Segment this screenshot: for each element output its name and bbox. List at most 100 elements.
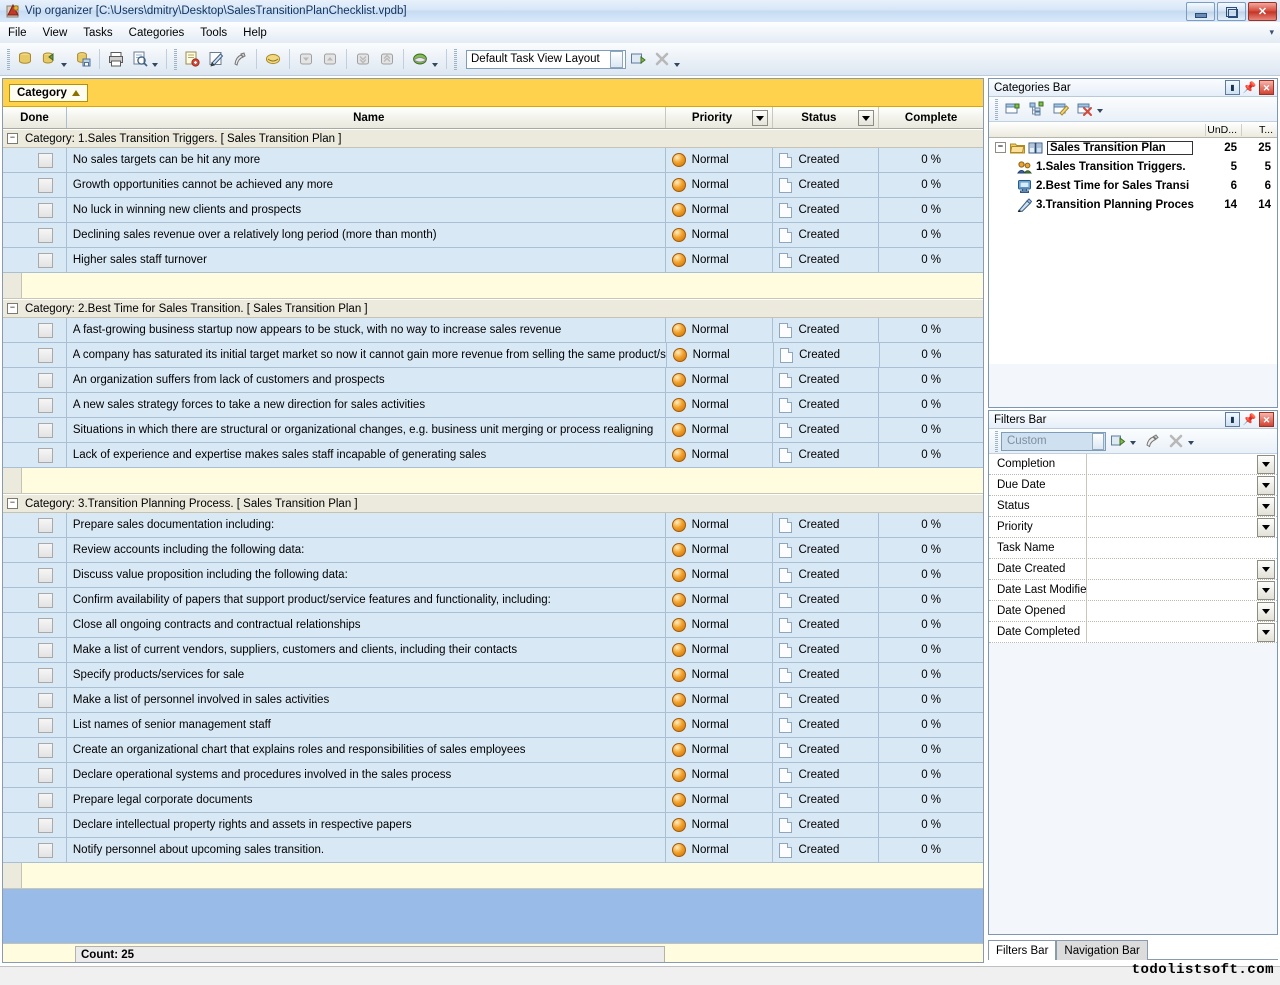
filters-toolbar-overflow-chevron-down-icon[interactable] (1188, 441, 1194, 445)
group-expander-icon[interactable]: − (7, 133, 18, 144)
print-preview-chevron-down-icon[interactable] (152, 63, 158, 67)
cell-status[interactable]: Created (773, 738, 879, 762)
new-row-area[interactable] (22, 468, 983, 493)
cell-name[interactable]: Close all ongoing contracts and contract… (67, 613, 666, 637)
cell-name[interactable]: A fast-growing business startup now appe… (67, 318, 666, 342)
group-header-row[interactable]: −Category: 2.Best Time for Sales Transit… (3, 299, 983, 318)
cell-priority[interactable]: Normal (666, 763, 774, 787)
filter-value-cell[interactable] (1087, 517, 1277, 537)
cell-done[interactable] (3, 368, 67, 392)
filter-row[interactable]: Task Name (989, 538, 1277, 559)
cell-name[interactable]: Declining sales revenue over a relativel… (67, 223, 666, 247)
cell-priority[interactable]: Normal (666, 173, 774, 197)
cell-name[interactable]: No sales targets can be hit any more (67, 148, 666, 172)
cell-complete[interactable]: 0 % (879, 738, 983, 762)
filter-dropdown-button[interactable] (1257, 581, 1275, 600)
cell-priority[interactable]: Normal (666, 148, 774, 172)
cell-name[interactable]: Specify products/services for sale (67, 663, 666, 687)
cell-done[interactable] (3, 688, 67, 712)
cell-complete[interactable]: 0 % (879, 223, 983, 247)
delete-filter-icon[interactable] (1164, 429, 1188, 453)
cell-priority[interactable]: Normal (666, 443, 774, 467)
cell-priority[interactable]: Normal (666, 538, 774, 562)
cell-priority[interactable]: Normal (667, 343, 774, 367)
done-checkbox[interactable] (38, 693, 53, 708)
cell-status[interactable]: Created (773, 688, 879, 712)
toolbar-grip[interactable] (454, 49, 457, 70)
cell-done[interactable] (3, 513, 67, 537)
table-row[interactable]: Make a list of current vendors, supplier… (3, 638, 983, 663)
sort-ascending-icon[interactable] (72, 90, 80, 96)
done-checkbox[interactable] (38, 718, 53, 733)
cell-complete[interactable]: 0 % (879, 613, 983, 637)
complete-task-icon[interactable] (261, 47, 285, 71)
filter-dropdown-button[interactable] (1257, 560, 1275, 579)
done-checkbox[interactable] (38, 768, 53, 783)
done-checkbox[interactable] (38, 398, 53, 413)
categories-bar-window-menu-button[interactable]: ▮ (1225, 80, 1240, 95)
done-checkbox[interactable] (38, 818, 53, 833)
cell-done[interactable] (3, 813, 67, 837)
filter-preset-combobox[interactable]: Custom (1001, 432, 1106, 451)
cell-priority[interactable]: Normal (666, 813, 774, 837)
cell-name[interactable]: Notify personnel about upcoming sales tr… (67, 838, 666, 862)
cell-status[interactable]: Created (773, 763, 879, 787)
group-by-chip-category[interactable]: Category (9, 84, 88, 102)
apply-filter-chevron-down-icon[interactable] (1130, 441, 1136, 445)
done-checkbox[interactable] (38, 448, 53, 463)
cell-status[interactable]: Created (773, 248, 879, 272)
save-database-icon[interactable] (71, 47, 95, 71)
cell-status[interactable]: Created (774, 343, 879, 367)
cell-complete[interactable]: 0 % (879, 663, 983, 687)
done-checkbox[interactable] (38, 568, 53, 583)
cell-name[interactable]: A new sales strategy forces to take a ne… (67, 393, 666, 417)
cell-priority[interactable]: Normal (666, 318, 774, 342)
group-expander-icon[interactable]: − (7, 303, 18, 314)
done-checkbox[interactable] (38, 348, 53, 363)
cell-priority[interactable]: Normal (666, 838, 774, 862)
cell-priority[interactable]: Normal (666, 368, 774, 392)
filter-row[interactable]: Completion (989, 454, 1277, 475)
cell-priority[interactable]: Normal (666, 638, 774, 662)
cell-name[interactable]: Growth opportunities cannot be achieved … (67, 173, 666, 197)
new-task-icon[interactable] (180, 47, 204, 71)
table-row[interactable]: A new sales strategy forces to take a ne… (3, 393, 983, 418)
menu-item-help[interactable]: Help (235, 25, 275, 41)
move-up-icon[interactable] (318, 47, 342, 71)
menu-overflow-chevron-down-icon[interactable]: ▾ (1269, 27, 1274, 38)
group-header-row[interactable]: −Category: 1.Sales Transition Triggers. … (3, 129, 983, 148)
cell-status[interactable]: Created (773, 198, 879, 222)
layout-combobox[interactable]: Default Task View Layout (466, 50, 626, 69)
column-header-status[interactable]: Status (773, 107, 879, 128)
cell-priority[interactable]: Normal (666, 513, 774, 537)
toolbar-grip[interactable] (7, 49, 10, 70)
done-checkbox[interactable] (38, 323, 53, 338)
category-tree-node[interactable]: −Sales Transition Plan2525 (989, 138, 1277, 157)
new-task-placeholder-row[interactable] (3, 273, 983, 299)
maximize-button[interactable] (1217, 2, 1246, 21)
categories-tree[interactable]: −Sales Transition Plan25251.Sales Transi… (989, 138, 1277, 364)
cell-status[interactable]: Created (773, 538, 879, 562)
cell-name[interactable]: Declare intellectual property rights and… (67, 813, 666, 837)
cell-status[interactable]: Created (773, 563, 879, 587)
cell-name[interactable]: Discuss value proposition including the … (67, 563, 666, 587)
categories-column-undone[interactable]: UnD... (1205, 124, 1241, 136)
cell-complete[interactable]: 0 % (879, 368, 983, 392)
open-recent-icon[interactable] (37, 47, 61, 71)
cell-complete[interactable]: 0 % (879, 513, 983, 537)
table-row[interactable]: Discuss value proposition including the … (3, 563, 983, 588)
move-down-icon[interactable] (294, 47, 318, 71)
cell-complete[interactable]: 0 % (879, 838, 983, 862)
table-row[interactable]: Specify products/services for saleNormal… (3, 663, 983, 688)
apply-filter-icon[interactable] (1106, 429, 1130, 453)
cell-name[interactable]: Review accounts including the following … (67, 538, 666, 562)
new-subcategory-icon[interactable] (1025, 97, 1049, 121)
cell-name[interactable]: Lack of experience and expertise makes s… (67, 443, 666, 467)
cell-done[interactable] (3, 173, 67, 197)
reminder-chevron-down-icon[interactable] (432, 63, 438, 67)
cell-priority[interactable]: Normal (666, 688, 774, 712)
group-by-bar[interactable]: Category (3, 79, 983, 107)
new-task-placeholder-row[interactable] (3, 863, 983, 889)
table-row[interactable]: Declining sales revenue over a relativel… (3, 223, 983, 248)
new-row-area[interactable] (22, 273, 983, 298)
